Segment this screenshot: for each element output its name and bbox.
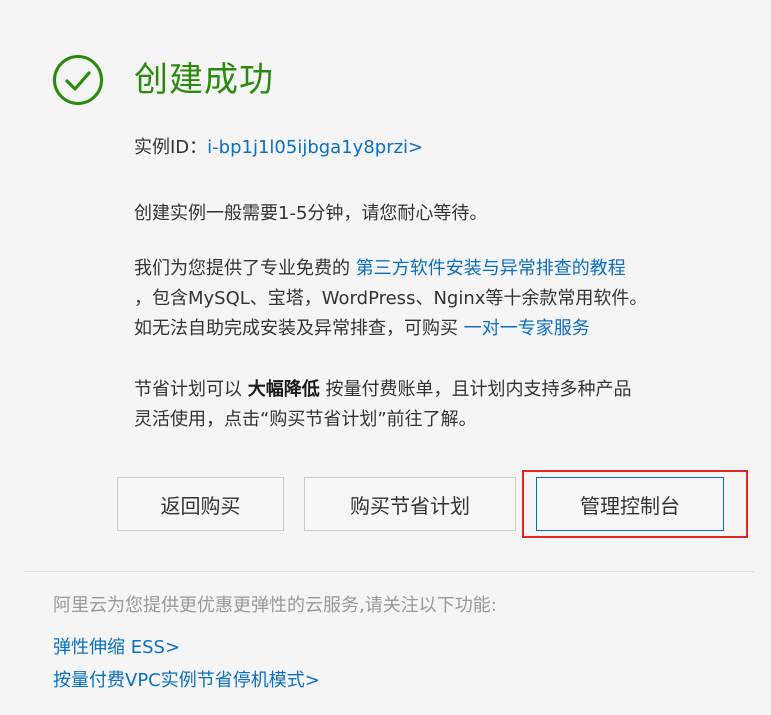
plan-prefix: 节省计划可以: [134, 379, 248, 400]
plan-line-1: 节省计划可以 大幅降低 按量付费账单，且计划内支持多种产品: [134, 375, 631, 405]
expert-line: 如无法自助完成安装及异常排查，可购买 一对一专家服务: [134, 314, 647, 344]
footer-note: 阿里云为您提供更优惠更弹性的云服务,请关注以下功能:: [53, 595, 497, 616]
check-circle-icon: [53, 55, 103, 105]
instance-id-label: 实例ID：: [134, 137, 208, 158]
ess-link[interactable]: 弹性伸缩 ESS>: [53, 635, 180, 661]
expert-prefix: 如无法自助完成安装及异常排查，可购买: [134, 318, 464, 339]
vpc-stop-mode-link[interactable]: 按量付费VPC实例节省停机模式>: [53, 668, 320, 694]
divider: [24, 571, 754, 572]
plan-bold-text: 大幅降低: [247, 379, 320, 400]
page-title: 创建成功: [134, 60, 274, 100]
console-highlight-box: [522, 470, 748, 538]
tutorial-line-1: 我们为您提供了专业免费的 第三方软件安装与异常排查的教程: [134, 254, 647, 284]
expert-service-link[interactable]: 一对一专家服务: [464, 318, 590, 339]
instance-id-link[interactable]: i-bp1j1l05ijbga1y8przi>: [207, 137, 423, 158]
tutorial-message: 我们为您提供了专业免费的 第三方软件安装与异常排查的教程 ，包含MySQL、宝塔…: [134, 254, 647, 344]
tutorial-link[interactable]: 第三方软件安装与异常排查的教程: [356, 258, 626, 279]
savings-plan-message: 节省计划可以 大幅降低 按量付费账单，且计划内支持多种产品 灵活使用，点击“购买…: [134, 375, 631, 435]
wait-text: 创建实例一般需要1-5分钟，请您耐心等待。: [134, 203, 488, 224]
instance-id-row: 实例ID：i-bp1j1l05ijbga1y8przi>: [134, 136, 423, 160]
success-header: 创建成功: [52, 52, 274, 108]
plan-suffix: 按量付费账单，且计划内支持多种产品: [319, 379, 632, 400]
plan-line-2: 灵活使用，点击“购买节省计划”前往了解。: [134, 409, 477, 430]
back-to-purchase-button[interactable]: 返回购买: [117, 477, 284, 531]
buy-savings-plan-button[interactable]: 购买节省计划: [304, 477, 516, 531]
wait-message: 创建实例一般需要1-5分钟，请您耐心等待。: [134, 199, 487, 229]
tutorial-prefix: 我们为您提供了专业免费的: [134, 258, 356, 279]
tutorial-line-2: ，包含MySQL、宝塔，WordPress、Nginx等十余款常用软件。: [134, 288, 648, 309]
